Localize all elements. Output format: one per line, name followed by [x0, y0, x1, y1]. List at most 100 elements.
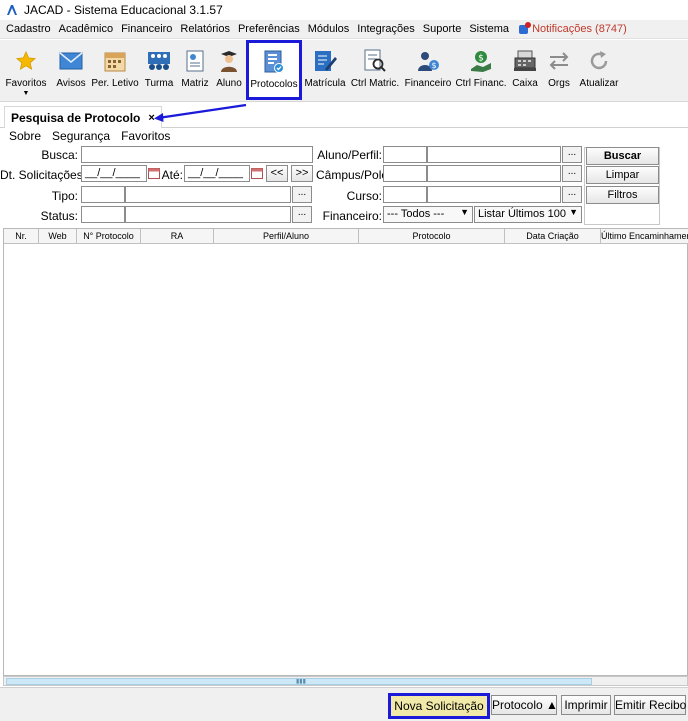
toolbar-label: Atualizar: [579, 78, 619, 89]
next-period-button[interactable]: >>: [291, 165, 313, 182]
status-label: Status:: [40, 209, 78, 223]
column-header-data-criacao[interactable]: Data Criação: [505, 229, 601, 244]
chevron-down-icon: ▼: [569, 207, 578, 217]
filtros-button[interactable]: Filtros: [586, 186, 659, 204]
column-header-ra[interactable]: RA: [141, 229, 214, 244]
column-header-nr[interactable]: Nr.: [4, 229, 39, 244]
financeiro-select[interactable]: --- Todos --- ▼: [383, 206, 473, 223]
menu-preferencias[interactable]: Preferências: [238, 23, 300, 35]
curso-name-input[interactable]: [427, 186, 561, 203]
annotation-arrow-icon: [154, 103, 247, 122]
star-icon: [13, 48, 39, 74]
toolbar-label: Aluno: [216, 78, 242, 89]
toolbar-atualizar[interactable]: Atualizar: [578, 42, 620, 98]
aluno-lookup-button[interactable]: ...: [562, 146, 582, 163]
tab-pesquisa-protocolo[interactable]: Pesquisa de Protocolo ×: [4, 106, 162, 128]
campus-code-input[interactable]: [383, 165, 427, 182]
toolbar-matricula[interactable]: Matrícula: [304, 42, 346, 98]
bottom-action-bar: Nova Solicitação Protocolo ▲ Imprimir Em…: [0, 687, 688, 721]
nova-solicitacao-button[interactable]: Nova Solicitação: [388, 693, 490, 719]
curso-code-input[interactable]: [383, 186, 427, 203]
emitir-recibo-button[interactable]: Emitir Recibo: [614, 695, 686, 715]
toolbar-ctrl-matric[interactable]: Ctrl Matric.: [350, 42, 400, 98]
calendar-icon[interactable]: [147, 165, 161, 182]
campus-name-input[interactable]: [427, 165, 561, 182]
listar-select-value: Listar Últimos 100: [478, 208, 567, 220]
prev-period-button[interactable]: <<: [266, 165, 288, 182]
status-lookup-button[interactable]: ...: [292, 206, 312, 223]
submenu-sobre[interactable]: Sobre: [9, 129, 41, 143]
campus-lookup-button[interactable]: ...: [562, 165, 582, 182]
toolbar-label: Matrícula: [304, 78, 346, 89]
toolbar-label: Ctrl Financ.: [455, 78, 507, 89]
calendar-icon: [102, 48, 128, 74]
tipo-label: Tipo:: [51, 189, 78, 203]
menu-financeiro[interactable]: Financeiro: [121, 23, 172, 35]
tipo-name-input[interactable]: [125, 186, 291, 203]
menu-modulos[interactable]: Módulos: [308, 23, 350, 35]
notifications-label: Notificações (8747): [532, 23, 627, 35]
status-code-input[interactable]: [81, 206, 125, 223]
toolbar-orgs[interactable]: Orgs: [544, 42, 574, 98]
column-header-ultimo-encaminhamento[interactable]: Último Encaminhamento: [601, 229, 688, 244]
toolbar-turma[interactable]: Turma: [142, 42, 176, 98]
aluno-name-input[interactable]: [427, 146, 561, 163]
menu-academico[interactable]: Acadêmico: [59, 23, 113, 35]
notifications-menu[interactable]: Notificações (8747): [519, 21, 627, 35]
column-header-web[interactable]: Web: [39, 229, 77, 244]
toolbar-matriz[interactable]: Matriz: [180, 42, 210, 98]
protocolo-menu-button[interactable]: Protocolo ▲: [491, 695, 558, 715]
menu-suporte[interactable]: Suporte: [423, 23, 462, 35]
toolbar-favoritos[interactable]: Favoritos ▼: [3, 42, 49, 98]
app-logo-icon: [7, 5, 17, 15]
menu-cadastro[interactable]: Cadastro: [6, 23, 51, 35]
toolbar-financeiro[interactable]: $ Financeiro: [404, 42, 452, 98]
column-header-perfil-aluno[interactable]: Perfil/Aluno: [214, 229, 359, 244]
document-icon: [182, 48, 208, 74]
menu-bar: Cadastro Acadêmico Financeiro Relatórios…: [0, 20, 688, 39]
menu-relatorios[interactable]: Relatórios: [180, 23, 230, 35]
toolbar-protocolos[interactable]: Protocolos: [246, 40, 302, 100]
toolbar-ctrl-financ[interactable]: $ Ctrl Financ.: [455, 42, 507, 98]
submenu-favoritos[interactable]: Favoritos: [121, 129, 170, 143]
toolbar-label: Orgs: [548, 78, 570, 89]
dropdown-arrow-icon: ▼: [22, 90, 30, 97]
toolbar-label: Caixa: [512, 78, 538, 89]
toolbar-label: Financeiro: [404, 78, 452, 89]
busca-input[interactable]: [81, 146, 313, 163]
search-doc-icon: [362, 48, 388, 74]
menu-integracoes[interactable]: Integrações: [357, 23, 414, 35]
ate-label: Até:: [161, 168, 183, 182]
dt-to-input[interactable]: __/__/____: [184, 165, 250, 182]
limpar-button[interactable]: Limpar: [586, 166, 659, 184]
protocol-icon: [261, 49, 287, 75]
imprimir-button[interactable]: Imprimir: [561, 695, 611, 715]
tab-label: Pesquisa de Protocolo: [11, 110, 141, 125]
buscar-button[interactable]: Buscar: [586, 147, 659, 165]
title-bar: JACAD - Sistema Educacional 3.1.57: [0, 0, 688, 20]
curso-lookup-button[interactable]: ...: [562, 186, 582, 203]
toolbar-label: Turma: [144, 78, 174, 89]
person-icon: [216, 48, 242, 74]
toolbar-aluno[interactable]: Aluno: [214, 42, 244, 98]
column-header-protocolo[interactable]: Protocolo: [359, 229, 505, 244]
edit-icon: [312, 48, 338, 74]
horizontal-scrollbar[interactable]: ▮▮▮: [3, 676, 688, 686]
listar-select[interactable]: Listar Últimos 100 ▼: [474, 206, 582, 223]
grip-icon: ▮▮▮: [296, 679, 306, 685]
dt-from-input[interactable]: __/__/____: [81, 165, 147, 182]
svg-text:$: $: [431, 61, 436, 70]
toolbar-per-letivo[interactable]: Per. Letivo: [91, 42, 139, 98]
toolbar-avisos[interactable]: Avisos: [54, 42, 88, 98]
menu-sistema[interactable]: Sistema: [469, 23, 509, 35]
column-header-n-protocolo[interactable]: N° Protocolo: [77, 229, 141, 244]
calendar-icon[interactable]: [250, 165, 264, 182]
cash-register-icon: [512, 48, 538, 74]
status-name-input[interactable]: [125, 206, 291, 223]
aluno-code-input[interactable]: [383, 146, 427, 163]
tipo-code-input[interactable]: [81, 186, 125, 203]
tipo-lookup-button[interactable]: ...: [292, 186, 312, 203]
submenu-seguranca[interactable]: Segurança: [52, 129, 110, 143]
results-table[interactable]: Nr. Web N° Protocolo RA Perfil/Aluno Pro…: [3, 228, 688, 676]
toolbar-caixa[interactable]: Caixa: [510, 42, 540, 98]
